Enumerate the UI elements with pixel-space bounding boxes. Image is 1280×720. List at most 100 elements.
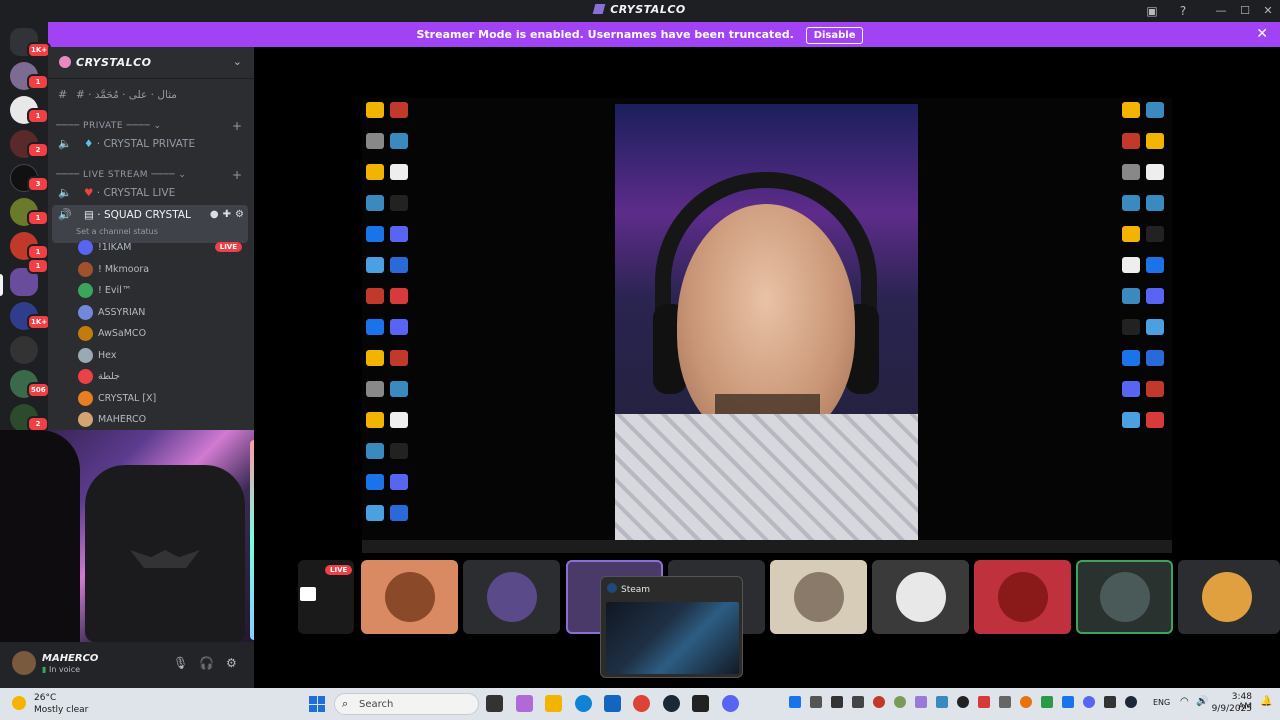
desktop-app-icon[interactable] [1122,319,1140,335]
participant-tile[interactable] [770,560,867,634]
participant-tile[interactable] [872,560,969,634]
desktop-app-icon[interactable] [1146,133,1164,149]
desktop-app-icon[interactable] [390,412,408,428]
windows-start-icon[interactable] [309,696,325,712]
tray-icon[interactable] [957,696,969,708]
desktop-app-icon[interactable] [390,350,408,366]
tray-icon[interactable] [1020,696,1032,708]
voice-user[interactable]: AwSaMCO [78,324,248,344]
preview-thumbnail[interactable] [606,602,739,674]
desktop-app-icon[interactable] [366,102,384,118]
server-header[interactable]: CRYSTALCO ⌄ [48,47,254,79]
task-view-icon[interactable] [486,695,503,712]
desktop-app-icon[interactable] [1146,102,1164,118]
server-icon[interactable] [10,336,38,364]
steam-icon[interactable] [663,695,680,712]
desktop-app-icon[interactable] [390,195,408,211]
chrome-icon[interactable] [633,695,650,712]
desktop-app-icon[interactable] [366,505,384,521]
desktop-app-icon[interactable] [1146,257,1164,273]
channel-status[interactable]: Set a channel status [76,227,158,236]
app-icon[interactable] [692,695,709,712]
bluetooth-icon[interactable] [1062,696,1074,708]
help-icon[interactable]: ? [1175,3,1191,19]
weather-temp[interactable]: 26°C [34,693,56,703]
headphones-icon[interactable]: 🎧 [199,656,214,670]
desktop-app-icon[interactable] [390,133,408,149]
tray-icon[interactable] [1104,696,1116,708]
desktop-app-icon[interactable] [1122,288,1140,304]
voice-user[interactable]: CRYSTAL [X] [78,389,248,409]
category-private[interactable]: ──── PRIVATE ──── ⌄ + [56,119,242,133]
tray-icon[interactable] [789,696,801,708]
tray-icon[interactable] [1041,696,1053,708]
channel-crystal-private[interactable]: 🔈 ♦ · CRYSTAL PRIVATE [52,134,248,154]
taskbar-search[interactable]: ⌕ Search [334,693,479,715]
invite-icon[interactable]: ✚ [223,209,231,220]
gear-icon[interactable]: ⚙ [226,656,237,670]
desktop-app-icon[interactable] [366,381,384,397]
desktop-app-icon[interactable] [1146,381,1164,397]
desktop-app-icon[interactable] [390,443,408,459]
voice-user[interactable]: Hex [78,346,248,366]
participant-tile[interactable] [463,560,560,634]
discord-tray-icon[interactable] [1083,696,1095,708]
desktop-app-icon[interactable] [390,102,408,118]
tray-icon[interactable] [894,696,906,708]
channel-rules[interactable]: # # · مثال · على · مُحَمَّد [52,85,248,105]
close-banner-icon[interactable]: ✕ [1256,22,1268,47]
participant-tile[interactable] [1178,560,1280,634]
disable-streamer-mode-button[interactable]: Disable [805,27,864,44]
gear-icon[interactable]: ⚙ [235,209,244,220]
desktop-app-icon[interactable] [366,195,384,211]
chevron-down-icon[interactable]: ⌄ [233,55,242,68]
language-indicator[interactable]: ENG [1153,698,1170,707]
desktop-app-icon[interactable] [390,226,408,242]
voice-user[interactable]: ! Evil™ [78,281,248,301]
desktop-app-icon[interactable] [1146,226,1164,242]
voice-user[interactable]: MAHERCO [78,410,248,430]
tray-icon[interactable] [999,696,1011,708]
participant-tile[interactable] [974,560,1071,634]
tray-icon[interactable] [936,696,948,708]
wifi-icon[interactable]: ◠ [1180,696,1192,708]
participant-tile[interactable] [361,560,458,634]
avatar[interactable] [12,651,36,675]
tray-icon[interactable] [978,696,990,708]
desktop-app-icon[interactable] [366,288,384,304]
desktop-app-icon[interactable] [390,319,408,335]
steam-tray-icon[interactable] [1125,696,1137,708]
desktop-app-icon[interactable] [1122,102,1140,118]
desktop-app-icon[interactable] [366,443,384,459]
desktop-app-icon[interactable] [366,412,384,428]
desktop-app-icon[interactable] [366,474,384,490]
desktop-app-icon[interactable] [366,257,384,273]
desktop-app-icon[interactable] [1122,164,1140,180]
desktop-app-icon[interactable] [1146,319,1164,335]
close-window-button[interactable]: ✕ [1256,0,1280,22]
desktop-app-icon[interactable] [1122,195,1140,211]
add-channel-icon[interactable]: + [232,168,243,182]
desktop-app-icon[interactable] [1122,226,1140,242]
desktop-app-icon[interactable] [390,257,408,273]
tray-icon[interactable] [852,696,864,708]
desktop-app-icon[interactable] [366,226,384,242]
clock-date[interactable]: 9/9/2025 [1201,704,1252,714]
category-live-stream[interactable]: ──── LIVE STREAM ──── ⌄ + [56,168,242,182]
desktop-app-icon[interactable] [1146,195,1164,211]
chat-icon[interactable]: ● [210,209,219,220]
discord-icon[interactable] [722,695,739,712]
voice-user[interactable]: !1IKAM LIVE [78,238,248,258]
desktop-app-icon[interactable] [1146,412,1164,428]
inbox-icon[interactable]: ▣ [1144,3,1160,19]
add-channel-icon[interactable]: + [232,119,243,133]
desktop-app-icon[interactable] [390,381,408,397]
desktop-app-icon[interactable] [1122,412,1140,428]
desktop-app-icon[interactable] [1146,350,1164,366]
notification-bell-icon[interactable]: 🔔 [1260,696,1272,708]
weather-condition[interactable]: Mostly clear [34,705,88,715]
desktop-app-icon[interactable] [390,164,408,180]
desktop-app-icon[interactable] [1146,164,1164,180]
desktop-app-icon[interactable] [390,288,408,304]
maximize-button[interactable]: ☐ [1233,0,1257,22]
